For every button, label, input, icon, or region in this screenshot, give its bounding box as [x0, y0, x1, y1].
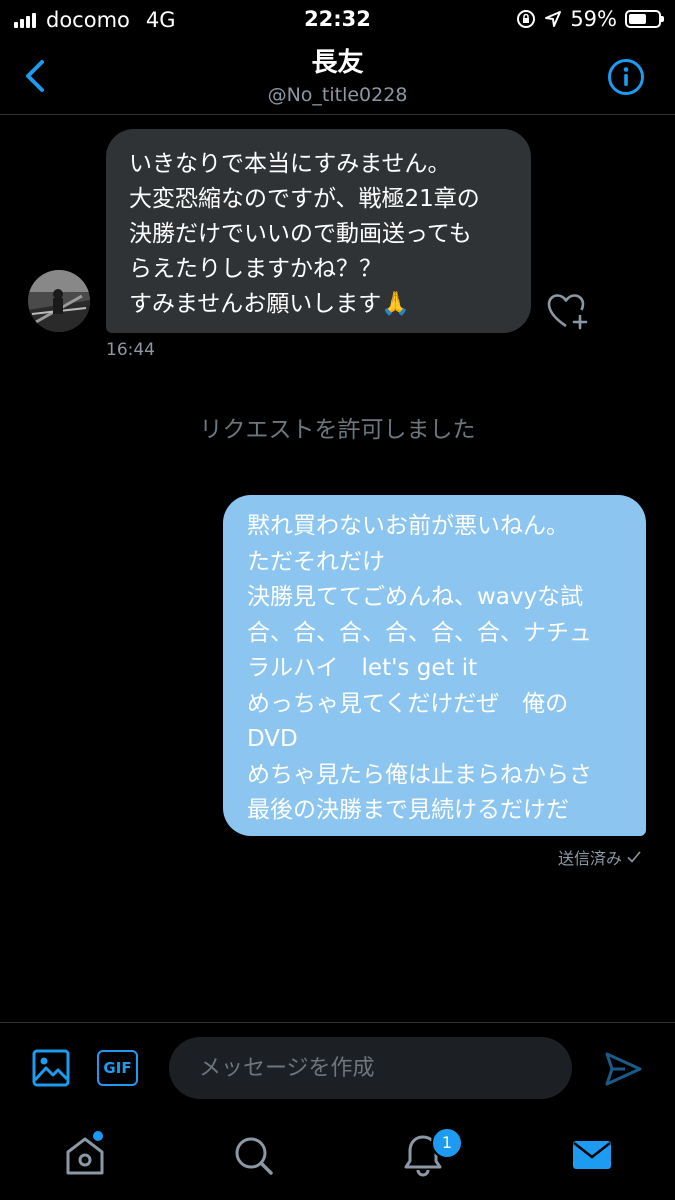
image-icon[interactable]: [31, 1048, 71, 1088]
orientation-lock-icon: [517, 10, 536, 28]
location-arrow-icon: [545, 11, 562, 27]
battery-icon: [625, 10, 664, 28]
conversation-header: 長友 @No_title0228: [0, 38, 675, 115]
status-bar: docomo 4G 22:32 59%: [0, 0, 675, 38]
message-composer: GIF: [0, 1022, 675, 1115]
conversation-handle: @No_title0228: [267, 84, 408, 106]
battery-level: [629, 14, 646, 24]
status-bar-right: 59%: [516, 7, 664, 31]
sender-avatar[interactable]: [28, 270, 90, 332]
delivery-status-text: 送信済み: [557, 849, 622, 868]
message-line: DVD: [247, 726, 298, 752]
message-line: めちゃ見たら俺は止まらねからさ: [247, 761, 592, 788]
home-unread-dot: [93, 1131, 103, 1141]
search-icon[interactable]: [231, 1133, 275, 1177]
messages-envelope-icon[interactable]: [570, 1133, 614, 1177]
message-line: ラルハイ let's get it: [247, 655, 478, 681]
message-line: 合、合、合、合、合、合、ナチュ: [247, 619, 592, 646]
info-icon[interactable]: [607, 58, 645, 96]
message-line: めっちゃ見てくだけだぜ 俺の: [247, 690, 569, 717]
message-line: すみませんお願いします🙏: [129, 291, 410, 317]
heart-plus-icon[interactable]: [546, 292, 590, 332]
gif-button[interactable]: GIF: [97, 1050, 138, 1086]
message-input[interactable]: [169, 1037, 572, 1099]
message-line: 決勝だけでいいので動画送っても: [129, 221, 472, 247]
checkmark-icon: [627, 851, 641, 863]
message-timestamp: 16:44: [106, 340, 155, 360]
message-line: らえたりしますかね？？: [129, 256, 382, 282]
request-accepted-notice: リクエストを許可しました: [199, 417, 476, 443]
message-line: ただそれだけ: [247, 548, 385, 575]
message-line: 大変恐縮なのですが、戦極21章の: [129, 186, 480, 212]
delivery-status: 送信済み: [558, 845, 642, 869]
send-icon[interactable]: [603, 1049, 643, 1089]
incoming-message-bubble[interactable]: いきなりで本当にすみません。 大変恐縮なのですが、戦極21章の 決勝だけでいいの…: [106, 129, 531, 333]
outgoing-message-bubble[interactable]: 黙れ買わないお前が悪いねん。 ただそれだけ 決勝見ててごめんね、wavyな試 合…: [223, 495, 646, 836]
bottom-tab-bar: 1: [0, 1115, 675, 1200]
message-line: 最後の決勝まで見続けるだけだ: [247, 797, 569, 823]
message-line: 黙れ買わないお前が悪いねん。: [247, 513, 569, 539]
conversation-name: 長友: [311, 48, 364, 78]
message-line: 決勝見ててごめんね、wavyな試: [247, 584, 584, 610]
notifications-badge: 1: [431, 1127, 463, 1159]
message-line: いきなりで本当にすみません。: [129, 151, 451, 177]
battery-percentage: 59%: [570, 7, 617, 31]
avatar-photo: [28, 270, 90, 332]
